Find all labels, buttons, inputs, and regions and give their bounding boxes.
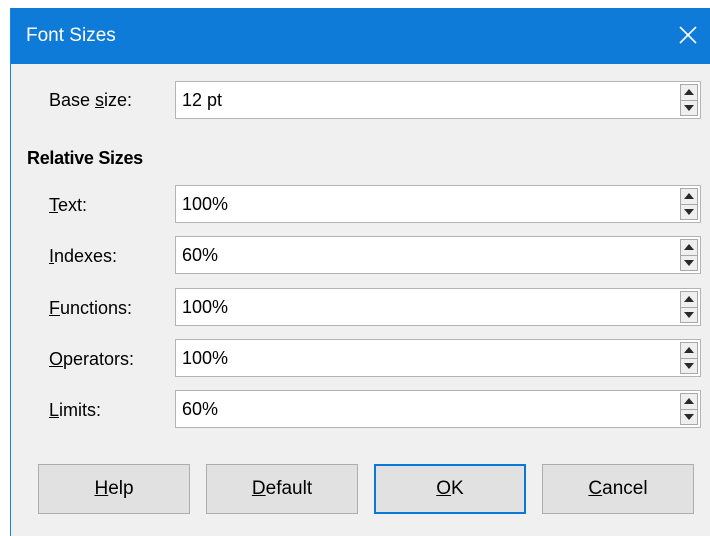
spin-down-icon — [684, 362, 694, 369]
functions-spin-buttons — [680, 291, 698, 323]
text-label-rest: ext: — [58, 195, 88, 215]
functions-label-key: F — [49, 298, 60, 318]
indexes-down-button[interactable] — [680, 255, 698, 271]
limits-down-button[interactable] — [680, 409, 698, 425]
cancel-button[interactable]: Cancel — [542, 464, 694, 514]
spin-up-icon — [684, 347, 694, 354]
indexes-up-button[interactable] — [680, 239, 698, 256]
title-bar: Font Sizes — [11, 8, 710, 64]
functions-label: Functions: — [49, 298, 132, 319]
font-sizes-dialog: Font Sizes Base size: Relative Sizes Tex… — [10, 8, 710, 536]
ok-button-key: O — [436, 478, 452, 499]
base-size-label-key: s — [95, 90, 105, 110]
relative-sizes-heading: Relative Sizes — [27, 148, 143, 168]
default-button[interactable]: Default — [206, 464, 358, 514]
spin-up-icon — [684, 296, 694, 303]
base-size-label-pre: Base — [49, 90, 96, 110]
limits-label-key: L — [49, 400, 60, 420]
base-size-label: Base size: — [49, 90, 132, 111]
help-button-key: H — [94, 478, 109, 499]
limits-label: Limits: — [49, 400, 101, 421]
spin-down-icon — [684, 311, 694, 318]
operators-size-input[interactable] — [176, 340, 666, 376]
text-up-button[interactable] — [680, 188, 698, 205]
spin-up-icon — [684, 89, 694, 96]
ok-button[interactable]: OK — [374, 464, 526, 514]
functions-down-button[interactable] — [680, 307, 698, 323]
spin-down-icon — [684, 413, 694, 420]
default-button-key: D — [251, 478, 266, 499]
text-label-key: T — [49, 195, 58, 215]
default-button-rest: efault — [265, 478, 313, 499]
indexes-spinbox[interactable] — [175, 236, 701, 274]
text-label: Text: — [49, 195, 87, 216]
spin-down-icon — [684, 104, 694, 111]
base-size-label-post: ize: — [104, 90, 133, 110]
limits-spin-buttons — [680, 393, 698, 425]
spin-up-icon — [684, 193, 694, 200]
spin-up-icon — [684, 244, 694, 251]
operators-spin-buttons — [680, 342, 698, 374]
spin-down-icon — [684, 208, 694, 215]
limits-spinbox[interactable] — [175, 390, 701, 428]
dialog-title: Font Sizes — [26, 25, 116, 46]
indexes-size-input[interactable] — [176, 237, 666, 273]
indexes-label: Indexes: — [49, 246, 117, 267]
limits-size-input[interactable] — [176, 391, 666, 427]
limits-label-rest: imits: — [59, 400, 102, 420]
functions-up-button[interactable] — [680, 291, 698, 308]
text-spinbox[interactable] — [175, 185, 701, 223]
functions-spinbox[interactable] — [175, 288, 701, 326]
limits-up-button[interactable] — [680, 393, 698, 410]
close-button[interactable] — [673, 18, 703, 52]
spin-up-icon — [684, 398, 694, 405]
cancel-button-rest: ancel — [602, 478, 648, 499]
base-size-down-button[interactable] — [680, 100, 698, 116]
operators-label-rest: perators: — [63, 349, 135, 369]
cancel-button-key: C — [588, 478, 603, 499]
operators-label-key: O — [49, 349, 64, 369]
base-size-input[interactable] — [176, 82, 666, 118]
text-spin-buttons — [680, 188, 698, 220]
spin-down-icon — [684, 259, 694, 266]
help-button-rest: elp — [108, 478, 134, 499]
operators-up-button[interactable] — [680, 342, 698, 359]
functions-size-input[interactable] — [176, 289, 666, 325]
ok-button-rest: K — [451, 478, 464, 499]
base-size-spinbox[interactable] — [175, 81, 701, 119]
operators-label: Operators: — [49, 349, 134, 370]
indexes-label-rest: ndexes: — [54, 246, 118, 266]
help-button[interactable]: Help — [38, 464, 190, 514]
base-size-spin-buttons — [680, 84, 698, 116]
text-size-input[interactable] — [176, 186, 666, 222]
base-size-up-button[interactable] — [680, 84, 698, 101]
operators-down-button[interactable] — [680, 358, 698, 374]
text-down-button[interactable] — [680, 204, 698, 220]
indexes-spin-buttons — [680, 239, 698, 271]
close-icon — [679, 26, 697, 44]
operators-spinbox[interactable] — [175, 339, 701, 377]
functions-label-rest: unctions: — [60, 298, 133, 318]
